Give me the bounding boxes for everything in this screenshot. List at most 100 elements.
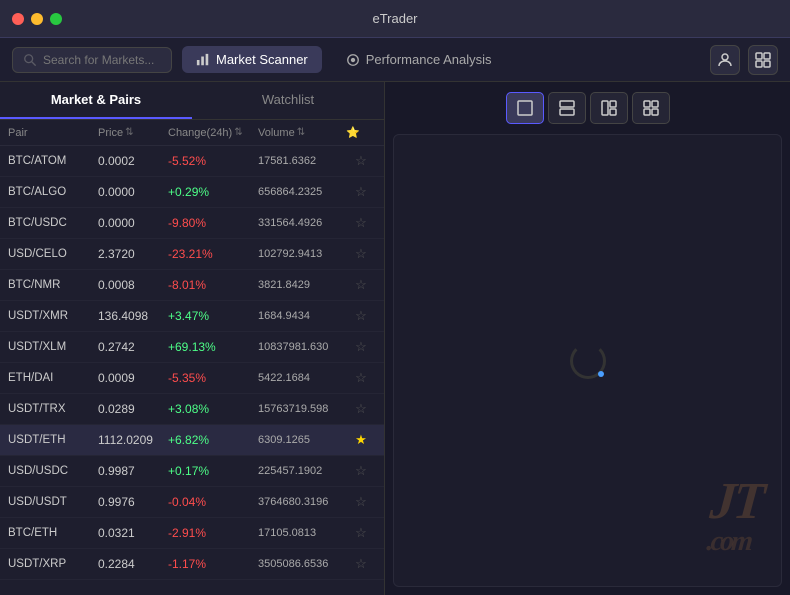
star-toggle[interactable]: ☆ [346,525,376,541]
volume-value: 10837981.630 [258,341,346,353]
star-toggle[interactable]: ☆ [346,370,376,386]
market-pairs-subtab[interactable]: Market & Pairs [0,82,192,119]
performance-analysis-tab[interactable]: Performance Analysis [332,46,506,73]
pair-name: ETH/DAI [8,372,98,384]
search-placeholder: Search for Markets... [43,53,154,67]
price-value: 0.0002 [98,154,168,168]
star-toggle[interactable]: ☆ [346,401,376,417]
loading-spinner [570,343,606,379]
change-value: -2.91% [168,526,258,540]
change-value: -0.04% [168,495,258,509]
star-toggle[interactable]: ★ [346,432,376,448]
star-toggle[interactable]: ☆ [346,277,376,293]
pair-name: USDT/TRX [8,403,98,415]
user-icon [717,52,733,68]
table-row[interactable]: BTC/ETH 0.0321 -2.91% 17105.0813 ☆ [0,518,384,549]
star-toggle[interactable]: ☆ [346,463,376,479]
watchlist-subtab[interactable]: Watchlist [192,82,384,119]
change-value: -23.21% [168,247,258,261]
layout-single-button[interactable] [506,92,544,124]
table-row[interactable]: USDT/XMR 136.4098 +3.47% 1684.9434 ☆ [0,301,384,332]
star-toggle[interactable]: ☆ [346,556,376,572]
pair-name: USD/USDC [8,465,98,477]
pair-name: USD/USDT [8,496,98,508]
volume-value: 17581.6362 [258,155,346,167]
header-change[interactable]: Change(24h) ⇅ [168,127,258,139]
market-scanner-tab[interactable]: Market Scanner [182,46,322,73]
change-value: -9.80% [168,216,258,230]
minimize-button[interactable] [31,13,43,25]
price-value: 2.3720 [98,247,168,261]
volume-value: 3821.8429 [258,279,346,291]
right-panel: JT .com [385,82,790,595]
spinner-dot [598,371,604,377]
table-row[interactable]: USDT/ETH 1112.0209 +6.82% 6309.1265 ★ [0,425,384,456]
change-value: -5.52% [168,154,258,168]
star-toggle[interactable]: ☆ [346,153,376,169]
layout-split-h-button[interactable] [548,92,586,124]
table-row[interactable]: USD/USDT 0.9976 -0.04% 3764680.3196 ☆ [0,487,384,518]
header-star: ⭐ [346,126,376,139]
change-sort-icon: ⇅ [234,127,242,138]
volume-value: 331564.4926 [258,217,346,229]
layout-icon-button[interactable] [748,45,778,75]
header-volume[interactable]: Volume ⇅ [258,127,346,139]
grid-icon [755,52,771,68]
table-row[interactable]: BTC/ALGO 0.0000 +0.29% 656864.2325 ☆ [0,177,384,208]
star-toggle[interactable]: ☆ [346,184,376,200]
price-value: 0.0008 [98,278,168,292]
table-row[interactable]: USDT/TRX 0.0289 +3.08% 15763719.598 ☆ [0,394,384,425]
layout-split-4b-button[interactable] [632,92,670,124]
volume-value: 1684.9434 [258,310,346,322]
pair-name: USDT/XRP [8,558,98,570]
star-toggle[interactable]: ☆ [346,494,376,510]
chart-controls [494,82,682,134]
watermark-sub: .com [706,528,760,556]
loading-spinner-container [570,343,606,379]
sub-tabs: Market & Pairs Watchlist [0,82,384,120]
volume-value: 225457.1902 [258,465,346,477]
close-button[interactable] [12,13,24,25]
user-icon-button[interactable] [710,45,740,75]
header-price[interactable]: Price ⇅ [98,127,168,139]
layout-split-4-button[interactable] [590,92,628,124]
star-toggle[interactable]: ☆ [346,308,376,324]
table-row[interactable]: USD/USDC 0.9987 +0.17% 225457.1902 ☆ [0,456,384,487]
star-toggle[interactable]: ☆ [346,215,376,231]
split-4-layout-icon [600,99,618,117]
table-row[interactable]: USDT/XRP 0.2284 -1.17% 3505086.6536 ☆ [0,549,384,580]
traffic-lights [12,13,62,25]
performance-icon [346,53,360,67]
star-toggle[interactable]: ☆ [346,246,376,262]
watermark: JT .com [706,476,765,556]
volume-sort-icon: ⇅ [297,127,305,138]
price-value: 0.0321 [98,526,168,540]
price-value: 1112.0209 [98,433,168,447]
star-toggle[interactable]: ☆ [346,339,376,355]
toolbar-icons [710,45,778,75]
toolbar: Search for Markets... Market Scanner Per… [0,38,790,82]
price-sort-icon: ⇅ [125,127,133,138]
change-value: -1.17% [168,557,258,571]
fullscreen-button[interactable] [50,13,62,25]
change-value: +69.13% [168,340,258,354]
price-value: 0.2284 [98,557,168,571]
table-header: Pair Price ⇅ Change(24h) ⇅ Volume ⇅ ⭐ [0,120,384,146]
main-content: Market & Pairs Watchlist Pair Price ⇅ Ch… [0,82,790,595]
table-row[interactable]: USDT/XLM 0.2742 +69.13% 10837981.630 ☆ [0,332,384,363]
performance-analysis-label: Performance Analysis [366,52,492,67]
pair-name: USDT/XMR [8,310,98,322]
table-row[interactable]: ETH/DAI 0.0009 -5.35% 5422.1684 ☆ [0,363,384,394]
single-layout-icon [516,99,534,117]
search-box[interactable]: Search for Markets... [12,47,172,73]
table-row[interactable]: BTC/NMR 0.0008 -8.01% 3821.8429 ☆ [0,270,384,301]
volume-value: 5422.1684 [258,372,346,384]
table-row[interactable]: BTC/ATOM 0.0002 -5.52% 17581.6362 ☆ [0,146,384,177]
table-row[interactable]: USD/CELO 2.3720 -23.21% 102792.9413 ☆ [0,239,384,270]
volume-value: 17105.0813 [258,527,346,539]
table-row[interactable]: BTC/USDC 0.0000 -9.80% 331564.4926 ☆ [0,208,384,239]
change-value: +6.82% [168,433,258,447]
price-value: 0.0009 [98,371,168,385]
header-pair[interactable]: Pair [8,127,98,139]
pair-name: BTC/ETH [8,527,98,539]
